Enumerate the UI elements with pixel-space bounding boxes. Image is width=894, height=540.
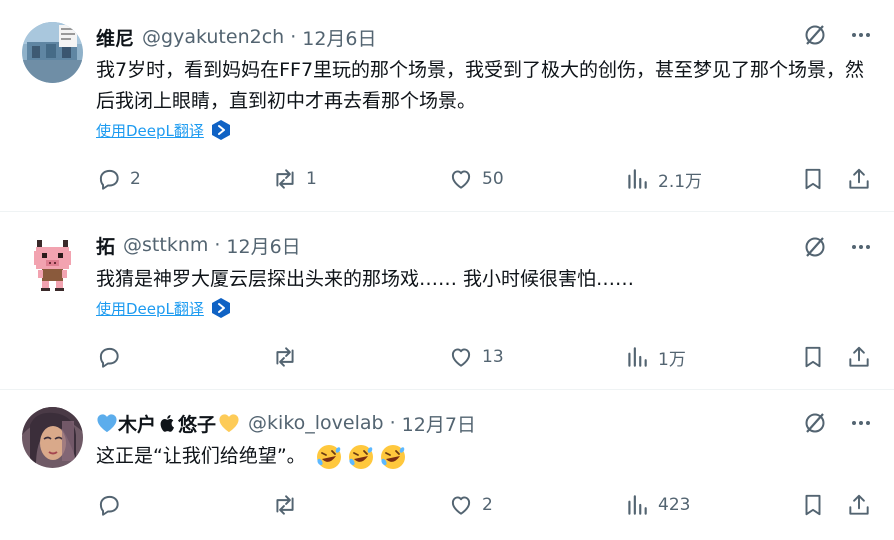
views-icon bbox=[628, 169, 647, 189]
share-icon bbox=[849, 168, 869, 189]
retweet-icon bbox=[276, 347, 294, 367]
share-icon bbox=[849, 494, 869, 515]
like-count: 50 bbox=[482, 169, 504, 189]
like-icon bbox=[451, 496, 471, 515]
rofl-emoji-icon bbox=[348, 444, 373, 469]
separator: · bbox=[389, 412, 396, 434]
more-icon[interactable] bbox=[848, 22, 874, 48]
tweet-header: 维尼 @gyakuten2ch · 12月6日 bbox=[96, 24, 377, 50]
like-button[interactable]: 2 bbox=[448, 490, 493, 520]
bookmark-button[interactable] bbox=[800, 342, 826, 372]
user-handle[interactable]: @gyakuten2ch bbox=[142, 26, 284, 48]
share-button[interactable] bbox=[846, 164, 872, 194]
translate-link[interactable]: 使用DeepL翻译 bbox=[96, 119, 232, 141]
translate-label[interactable]: 使用DeepL翻译 bbox=[96, 120, 204, 141]
tweet-text: 我7岁时，看到妈妈在FF7里玩的那个场景，我受到了极大的创伤，甚至梦见了那个场景… bbox=[96, 59, 865, 112]
apple-icon bbox=[160, 415, 175, 432]
user-handle[interactable]: @kiko_lovelab bbox=[248, 412, 384, 434]
tweet-date[interactable]: 12月7日 bbox=[402, 410, 476, 437]
avatar[interactable] bbox=[22, 22, 83, 83]
grok-icon[interactable] bbox=[802, 234, 828, 260]
share-icon bbox=[849, 346, 869, 367]
bookmark-icon bbox=[805, 494, 821, 516]
views-count: 423 bbox=[658, 495, 691, 515]
like-icon bbox=[451, 348, 471, 367]
reply-button[interactable] bbox=[96, 342, 130, 372]
more-icon[interactable] bbox=[848, 234, 874, 260]
tweet-top-actions bbox=[802, 234, 874, 260]
retweet-icon bbox=[276, 495, 294, 515]
tweet-text: 这正是“让我们给绝望”。 bbox=[96, 445, 306, 467]
tweet-actions: 2 1 50 2.1万 bbox=[96, 164, 874, 194]
rofl-emoji-icon bbox=[380, 444, 405, 469]
rofl-emoji-icon bbox=[316, 444, 341, 469]
tweet[interactable]: 拓 @sttknm · 12月6日 我猜是神罗大厦云层探出头来的那场戏…… 我小… bbox=[0, 212, 894, 390]
deepl-icon bbox=[211, 298, 230, 318]
reply-icon bbox=[99, 169, 119, 190]
reply-button[interactable] bbox=[96, 490, 130, 520]
like-icon bbox=[451, 170, 471, 189]
share-button[interactable] bbox=[846, 490, 872, 520]
tweet-top-actions bbox=[802, 22, 874, 48]
deepl-icon bbox=[211, 120, 230, 140]
separator: · bbox=[214, 234, 221, 256]
avatar[interactable] bbox=[22, 234, 83, 295]
like-button[interactable]: 13 bbox=[448, 342, 504, 372]
retweet-icon bbox=[276, 169, 294, 189]
views-icon bbox=[628, 495, 647, 515]
views-button[interactable]: 1万 bbox=[624, 342, 686, 372]
display-name[interactable]: 木户 bbox=[118, 410, 156, 437]
translate-link[interactable]: 使用DeepL翻译 bbox=[96, 297, 232, 319]
tweet-date[interactable]: 12月6日 bbox=[302, 24, 376, 51]
retweet-button[interactable] bbox=[272, 342, 306, 372]
grok-icon[interactable] bbox=[802, 22, 828, 48]
avatar[interactable] bbox=[22, 407, 83, 468]
retweet-count: 1 bbox=[306, 169, 317, 189]
bookmark-button[interactable] bbox=[800, 490, 826, 520]
tweet-text: 我猜是神罗大厦云层探出头来的那场戏…… 我小时候很害怕…… bbox=[96, 268, 635, 290]
more-icon[interactable] bbox=[848, 410, 874, 436]
separator: · bbox=[290, 26, 297, 48]
views-button[interactable]: 423 bbox=[624, 490, 690, 520]
retweet-button[interactable] bbox=[272, 490, 306, 520]
tweet-actions: 13 1万 bbox=[96, 342, 874, 372]
share-button[interactable] bbox=[846, 342, 872, 372]
yellow-heart-icon bbox=[219, 414, 239, 433]
views-button[interactable]: 2.1万 bbox=[624, 164, 702, 194]
views-count: 1万 bbox=[658, 349, 686, 370]
translate-label[interactable]: 使用DeepL翻译 bbox=[96, 298, 204, 319]
reply-count: 2 bbox=[130, 169, 141, 189]
views-icon bbox=[628, 347, 647, 367]
reply-icon bbox=[99, 347, 119, 368]
display-name[interactable]: 拓 bbox=[96, 232, 115, 259]
bookmark-button[interactable] bbox=[800, 164, 826, 194]
reply-button[interactable]: 2 bbox=[96, 164, 141, 194]
tweet-top-actions bbox=[802, 410, 874, 436]
tweet-actions: 2 423 bbox=[96, 490, 874, 520]
tweet-header: 木户 悠子 @kiko_lovelab · 12月7日 bbox=[96, 410, 476, 436]
blue-heart-icon bbox=[97, 414, 117, 433]
reply-icon bbox=[99, 495, 119, 516]
bookmark-icon bbox=[805, 346, 821, 368]
display-name-suffix[interactable]: 悠子 bbox=[178, 410, 216, 437]
user-handle[interactable]: @sttknm bbox=[123, 234, 208, 256]
like-count: 2 bbox=[482, 495, 493, 515]
like-count: 13 bbox=[482, 347, 504, 367]
like-button[interactable]: 50 bbox=[448, 164, 504, 194]
retweet-button[interactable]: 1 bbox=[272, 164, 317, 194]
bookmark-icon bbox=[805, 168, 821, 190]
tweet[interactable]: 木户 悠子 @kiko_lovelab · 12月7日 这正是“让我们给绝望”。… bbox=[0, 390, 894, 540]
tweet-date[interactable]: 12月6日 bbox=[226, 232, 300, 259]
views-count: 2.1万 bbox=[658, 171, 703, 192]
tweet[interactable]: 维尼 @gyakuten2ch · 12月6日 我7岁时，看到妈妈在FF7里玩的… bbox=[0, 0, 894, 212]
display-name[interactable]: 维尼 bbox=[96, 24, 134, 51]
grok-icon[interactable] bbox=[802, 410, 828, 436]
tweet-text-container: 这正是“让我们给绝望”。 bbox=[96, 441, 876, 472]
tweet-header: 拓 @sttknm · 12月6日 bbox=[96, 232, 301, 258]
